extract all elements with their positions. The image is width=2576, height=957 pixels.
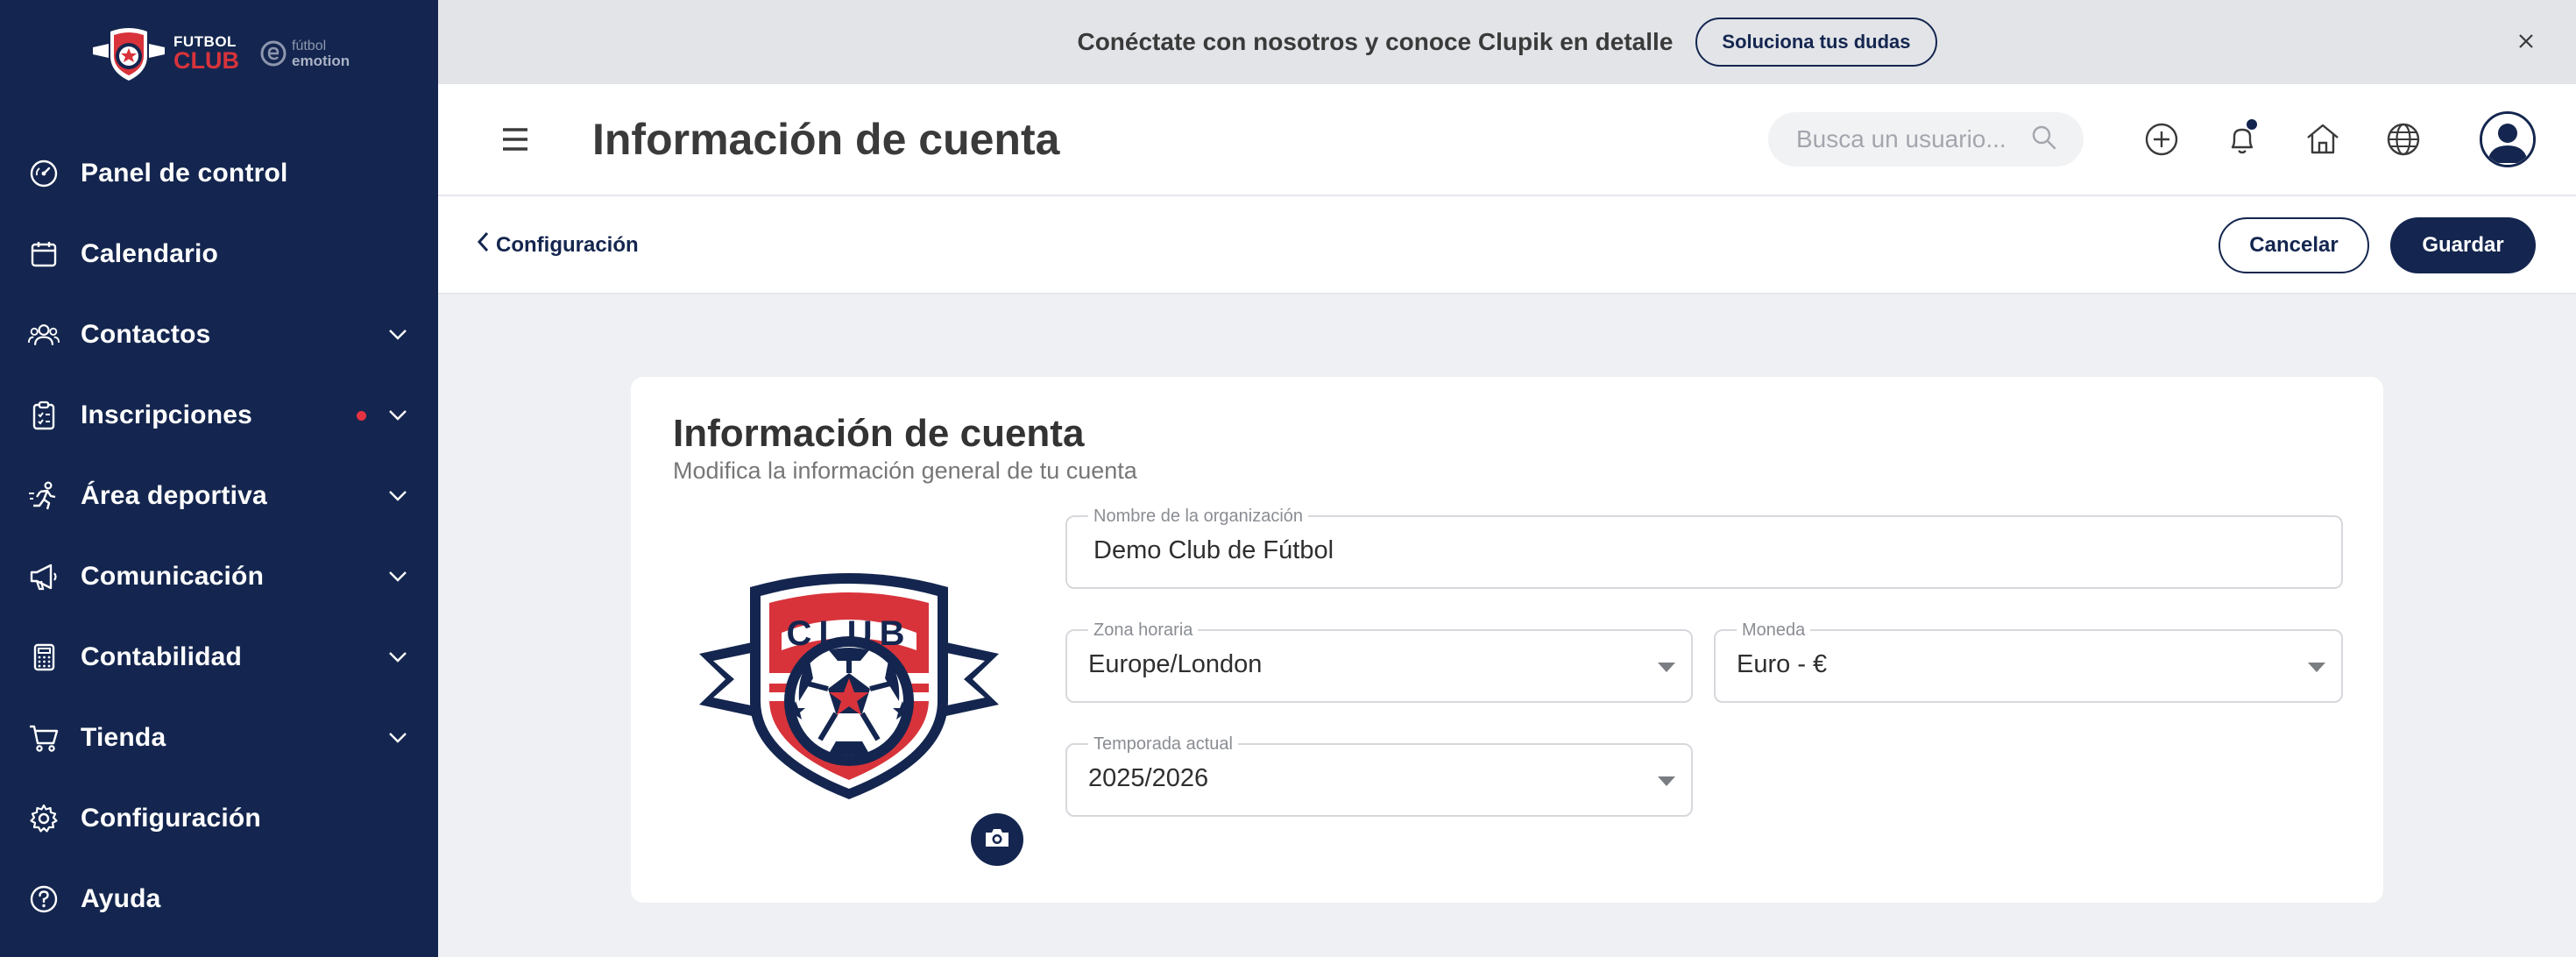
camera-icon: [983, 826, 1011, 854]
sidebar-logo[interactable]: FUTBOL CLUB fútbol emotion: [91, 23, 350, 84]
timezone-label: Zona horaria: [1088, 620, 1199, 641]
app-header: Información de cuenta: [438, 84, 2576, 196]
sidebar-item-label: Comunicación: [81, 562, 265, 591]
action-bar: Configuración Cancelar Guardar: [438, 196, 2576, 294]
chevron-left-icon: [477, 231, 489, 259]
organization-name-field[interactable]: Nombre de la organización Demo Club de F…: [1065, 506, 2343, 589]
chevron-down-icon: [387, 566, 408, 587]
notification-dot: [357, 410, 366, 421]
sidebar-item-comunicacion[interactable]: Comunicación: [0, 536, 438, 617]
sidebar-item-label: Panel de control: [81, 159, 288, 188]
search-input[interactable]: [1796, 125, 2031, 153]
chevron-down-icon: [387, 647, 408, 668]
chevron-down-icon: [387, 405, 408, 426]
timezone-value: Europe/London: [1088, 650, 1263, 678]
club-logo: FUTBOL CLUB: [91, 25, 239, 82]
megaphone-icon: [28, 561, 60, 592]
currency-value: Euro - €: [1737, 650, 1828, 678]
gear-icon: [28, 803, 60, 834]
runner-icon: [28, 480, 60, 512]
sidebar-item-tienda[interactable]: Tienda: [0, 698, 438, 778]
home-icon[interactable]: [2303, 119, 2343, 160]
season-value: 2025/2026: [1088, 764, 1209, 792]
dropdown-caret-icon: [1658, 776, 1675, 786]
currency-label: Moneda: [1737, 620, 1811, 641]
partner-line-2: emotion: [292, 52, 350, 69]
bell-icon[interactable]: [2222, 119, 2262, 160]
sidebar-item-ayuda[interactable]: Ayuda: [0, 859, 438, 939]
sidebar-item-calendario[interactable]: Calendario: [0, 214, 438, 294]
card-title: Información de cuenta: [673, 412, 1085, 455]
sidebar-item-label: Configuración: [81, 804, 261, 833]
chevron-down-icon: [387, 324, 408, 345]
help-icon: [28, 883, 60, 915]
page-title: Información de cuenta: [592, 115, 1060, 164]
sidebar-item-configuracion[interactable]: Configuración: [0, 778, 438, 859]
season-select[interactable]: Temporada actual 2025/2026: [1065, 734, 1693, 817]
dashboard-icon: [28, 158, 60, 189]
sidebar-nav: Panel de control Calendario Contactos In…: [0, 133, 438, 939]
chevron-down-icon: [387, 486, 408, 507]
add-icon[interactable]: [2141, 119, 2182, 160]
organization-name-label: Nombre de la organización: [1088, 506, 1309, 527]
sidebar-item-inscripciones[interactable]: Inscripciones: [0, 375, 438, 456]
sidebar-item-label: Contactos: [81, 320, 211, 349]
save-button[interactable]: Guardar: [2390, 217, 2536, 273]
banner-cta-button[interactable]: Soluciona tus dudas: [1695, 18, 1937, 67]
sidebar-item-label: Inscripciones: [81, 401, 253, 429]
sidebar-item-area-deportiva[interactable]: Área deportiva: [0, 456, 438, 536]
sidebar-item-label: Calendario: [81, 239, 219, 268]
cart-icon: [28, 722, 60, 754]
logo-line-2: CLUB: [173, 47, 239, 74]
sidebar-item-contabilidad[interactable]: Contabilidad: [0, 617, 438, 698]
clipboard-icon: [28, 400, 60, 431]
promo-banner: Conéctate con nosotros y conoce Clupik e…: [438, 0, 2576, 84]
sidebar-item-contactos[interactable]: Contactos: [0, 294, 438, 375]
partner-logo: fútbol emotion: [260, 39, 350, 68]
sidebar-item-label: Tienda: [81, 723, 166, 752]
partner-e-icon: [260, 40, 287, 67]
dropdown-caret-icon: [2308, 663, 2325, 672]
timezone-select[interactable]: Zona horaria Europe/London: [1065, 620, 1693, 703]
upload-photo-button[interactable]: [971, 813, 1023, 866]
season-label: Temporada actual: [1088, 734, 1238, 755]
calendar-icon: [28, 238, 60, 270]
organization-name-value: Demo Club de Fútbol: [1093, 536, 1334, 564]
close-icon[interactable]: [2515, 30, 2537, 53]
sidebar: FUTBOL CLUB fútbol emotion Panel de cont…: [0, 0, 438, 957]
back-link-label: Configuración: [496, 232, 639, 257]
sidebar-item-panel-de-control[interactable]: Panel de control: [0, 133, 438, 214]
currency-select[interactable]: Moneda Euro - €: [1714, 620, 2343, 703]
partner-line-1: fútbol: [292, 38, 327, 53]
account-info-card: Información de cuenta Modifica la inform…: [631, 377, 2383, 903]
menu-icon[interactable]: [501, 126, 529, 152]
search-icon[interactable]: [2031, 124, 2057, 155]
calculator-icon: [28, 642, 60, 673]
back-link[interactable]: Configuración: [477, 231, 639, 259]
sidebar-item-label: Área deportiva: [81, 481, 267, 510]
dropdown-caret-icon: [1658, 663, 1675, 672]
globe-icon[interactable]: [2383, 119, 2424, 160]
sidebar-item-label: Contabilidad: [81, 642, 243, 671]
banner-text: Conéctate con nosotros y conoce Clupik e…: [1077, 28, 1674, 55]
cancel-button[interactable]: Cancelar: [2219, 217, 2369, 273]
sidebar-item-label: Ayuda: [81, 884, 161, 913]
chevron-down-icon: [387, 727, 408, 748]
contacts-icon: [28, 319, 60, 351]
club-crest-image: CLUB: [697, 570, 1001, 806]
card-subtitle: Modifica la información general de tu cu…: [673, 457, 1137, 484]
search-box: [1768, 112, 2084, 167]
user-avatar[interactable]: [2480, 111, 2536, 167]
